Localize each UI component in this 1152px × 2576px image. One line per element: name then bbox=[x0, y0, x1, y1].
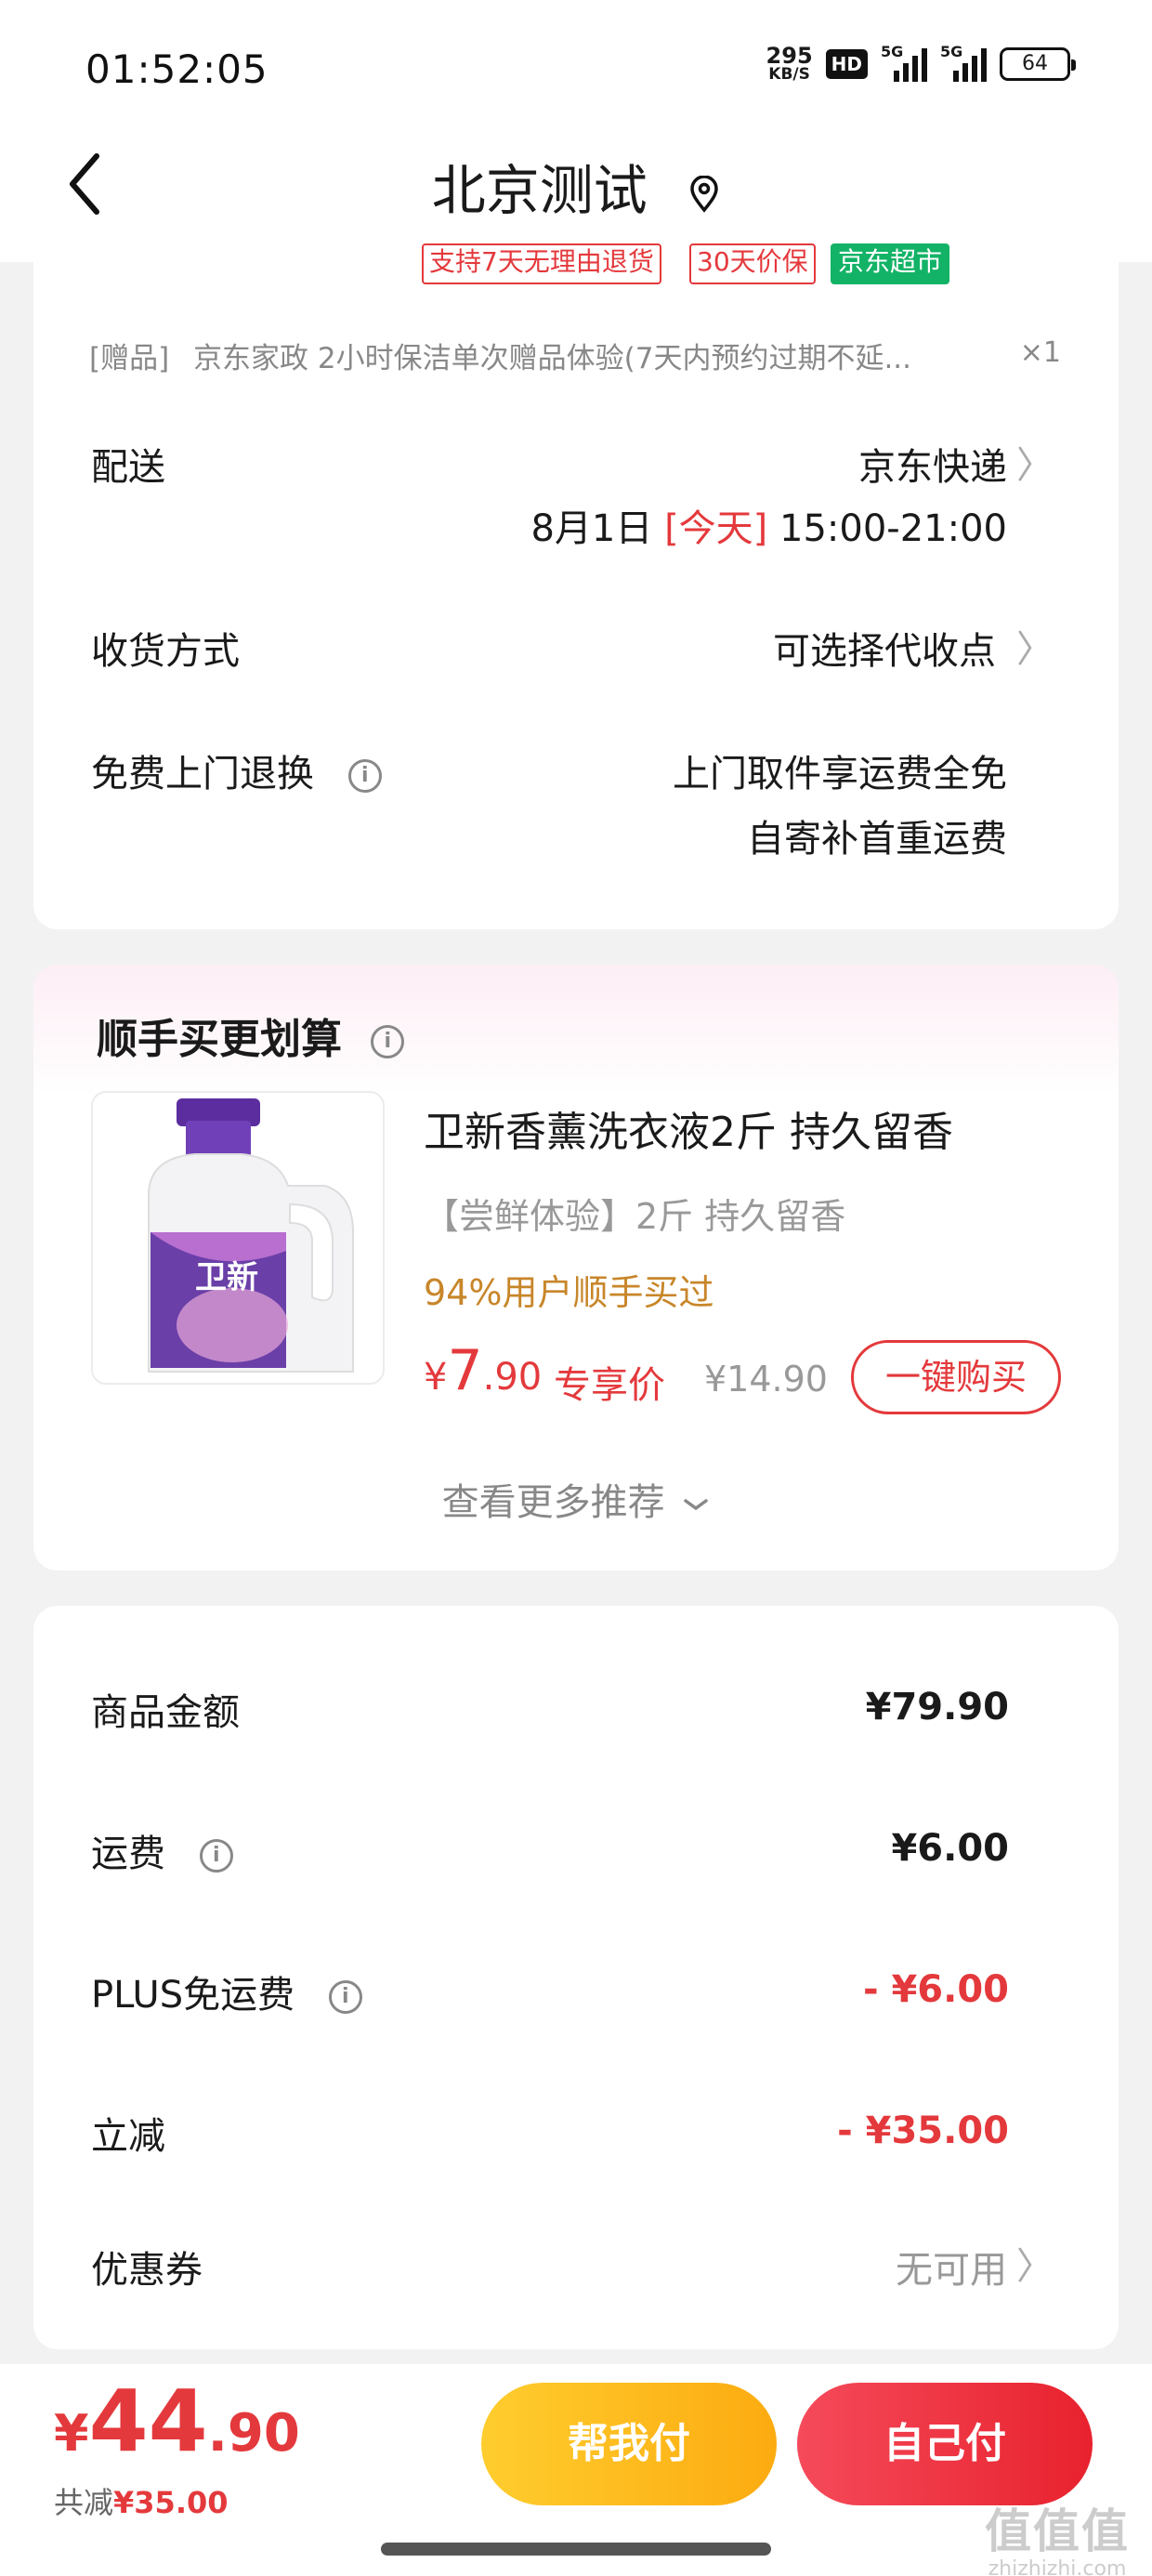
free-return-value-2: 自寄补首重运费 bbox=[747, 818, 1007, 861]
saved-value: ¥35.00 bbox=[113, 2485, 229, 2520]
tag-7day-return: 支持7天无理由退货 bbox=[422, 243, 661, 284]
recommend-title: 顺手买更划算 i bbox=[97, 1005, 405, 1065]
receive-method-value[interactable]: 可选择代收点 bbox=[773, 621, 996, 675]
detergent-bottle-image: 卫新 bbox=[148, 1098, 354, 1373]
gift-text: 京东家政 2小时保洁单次赠品体验(7天内预约过期不延... bbox=[193, 342, 912, 375]
gift-qty: ×1 bbox=[1019, 336, 1061, 369]
gift-prefix: [赠品] bbox=[89, 342, 170, 375]
network-speed-unit: KB/S bbox=[768, 65, 810, 84]
home-indicator[interactable] bbox=[381, 2543, 771, 2556]
shipping-fee-value: ¥6.00 bbox=[891, 1827, 1009, 1870]
bought-hint: 94%用户顺手买过 bbox=[424, 1272, 714, 1313]
hd-icon: HD bbox=[825, 48, 868, 79]
plus-free-shipping-text: PLUS免运费 bbox=[91, 1974, 295, 2017]
delivery-chevron-icon[interactable]: 〉 bbox=[1016, 435, 1054, 489]
battery-icon: 64 bbox=[1000, 46, 1076, 81]
receive-method-chevron-icon[interactable]: 〉 bbox=[1016, 619, 1054, 673]
image-brand-text: 卫新 bbox=[195, 1259, 258, 1296]
product-name[interactable]: 卫新香薰洗衣液2斤 持久留香 bbox=[424, 1098, 953, 1158]
goods-amount-value: ¥79.90 bbox=[865, 1686, 1009, 1728]
watermark-logo: 值值值 bbox=[985, 2504, 1130, 2558]
gift-row: [赠品] 京东家政 2小时保洁单次赠品体验(7天内预约过期不延... bbox=[89, 335, 911, 376]
price-symbol: ¥ bbox=[424, 1356, 448, 1399]
status-icons: 295 KB/S HD 5G 5G 64 bbox=[766, 42, 1076, 83]
battery-level: 64 bbox=[1022, 52, 1048, 75]
help-me-pay-button[interactable]: 帮我付 bbox=[481, 2383, 777, 2505]
product-subtitle: 【尝鲜体验】2斤 持久留香 bbox=[424, 1196, 846, 1237]
receive-method-label: 收货方式 bbox=[91, 630, 240, 673]
total-price: ¥44.90 bbox=[54, 2372, 300, 2471]
delivery-window: 15:00-21:00 bbox=[779, 507, 1007, 550]
goods-amount-label: 商品金额 bbox=[91, 1691, 240, 1734]
product-image[interactable]: 卫新 bbox=[91, 1091, 385, 1385]
delivery-date: 8月1日 bbox=[530, 507, 653, 550]
total-symbol: ¥ bbox=[54, 2404, 89, 2463]
location-pin-icon bbox=[688, 163, 720, 226]
price-dec: .90 bbox=[482, 1356, 543, 1399]
delivery-today: [今天] bbox=[664, 507, 768, 550]
free-return-text: 免费上门退换 bbox=[91, 753, 314, 795]
coupon-value[interactable]: 无可用 bbox=[896, 2240, 1007, 2293]
network-speed-value: 295 bbox=[766, 43, 813, 69]
instant-discount-label: 立减 bbox=[91, 2115, 165, 2158]
chevron-down-icon bbox=[684, 1499, 709, 1511]
info-icon[interactable]: i bbox=[328, 1980, 362, 2014]
delivery-label: 配送 bbox=[91, 446, 165, 489]
signal-label-sim1: 5G bbox=[881, 42, 904, 60]
info-icon[interactable]: i bbox=[199, 1839, 233, 1873]
tag-price-protect: 30天价保 bbox=[689, 243, 816, 284]
page-title-text: 北京测试 bbox=[431, 159, 648, 222]
delivery-value[interactable]: 京东快递 bbox=[858, 437, 1007, 491]
saved-label: 共减 bbox=[54, 2485, 114, 2520]
network-speed: 295 KB/S bbox=[766, 45, 813, 83]
pay-myself-button[interactable]: 自己付 bbox=[797, 2383, 1093, 2505]
status-time: 01:52:05 bbox=[85, 46, 268, 92]
coupon-chevron-icon[interactable]: 〉 bbox=[1016, 2236, 1054, 2290]
original-price: ¥14.90 bbox=[704, 1359, 828, 1400]
plus-free-shipping-label: PLUS免运费 i bbox=[91, 1965, 362, 2018]
instant-discount-value: - ¥35.00 bbox=[837, 2109, 1009, 2152]
tag-jd-supermarket: 京东超市 bbox=[831, 243, 950, 284]
price-int: 7 bbox=[447, 1338, 483, 1403]
total-int: 44 bbox=[88, 2372, 208, 2471]
product-price: ¥7.90 bbox=[424, 1338, 542, 1403]
signal-icon-sim2: 5G bbox=[940, 42, 987, 82]
more-recommend-text: 查看更多推荐 bbox=[441, 1481, 665, 1524]
free-return-label: 免费上门退换 i bbox=[91, 743, 382, 797]
more-recommend-link[interactable]: 查看更多推荐 bbox=[0, 1472, 1152, 1526]
one-click-buy-button[interactable]: 一键购买 bbox=[851, 1340, 1061, 1414]
total-saved: 共减¥35.00 bbox=[54, 2479, 229, 2522]
signal-label-sim2: 5G bbox=[940, 42, 963, 60]
plus-free-shipping-value: - ¥6.00 bbox=[862, 1968, 1009, 2011]
coupon-label: 优惠券 bbox=[91, 2249, 203, 2292]
shipping-fee-text: 运费 bbox=[91, 1833, 165, 1875]
total-dec: .90 bbox=[207, 2403, 300, 2464]
watermark-url: zhizhizhi.com bbox=[988, 2557, 1127, 2576]
free-return-value-1: 上门取件享运费全免 bbox=[673, 753, 1007, 795]
delivery-time[interactable]: 8月1日 [今天] 15:00-21:00 bbox=[530, 498, 1007, 552]
watermark: 值值值 zhizhizhi.com bbox=[985, 2494, 1130, 2576]
shipping-fee-label: 运费 i bbox=[91, 1823, 233, 1877]
info-icon[interactable]: i bbox=[347, 759, 382, 793]
recommend-title-text: 顺手买更划算 bbox=[97, 1016, 342, 1063]
signal-icon-sim1: 5G bbox=[881, 42, 927, 82]
page-title[interactable]: 北京测试 bbox=[0, 147, 1152, 226]
info-icon[interactable]: i bbox=[371, 1025, 405, 1058]
exclusive-price-label: 专享价 bbox=[554, 1364, 665, 1407]
